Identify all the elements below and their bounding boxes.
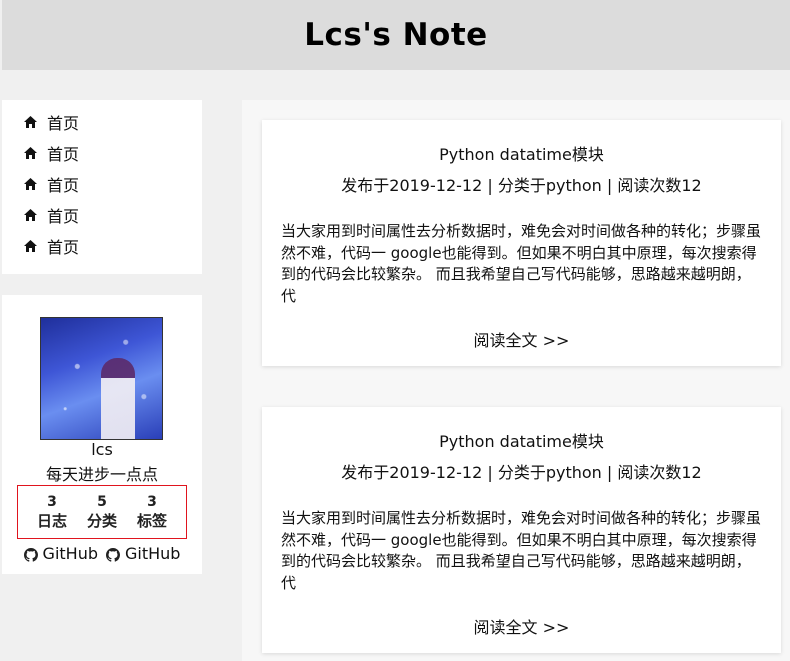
stat-count: 5 (97, 494, 107, 510)
profile-card: lcs 每天进步一点点 3 日志 5 分类 3 标签 GitHub GitHub (2, 295, 202, 574)
nav-item-label: 首页 (47, 237, 80, 257)
stat-tags[interactable]: 3 标签 (134, 493, 170, 538)
stat-label: 标签 (136, 512, 167, 530)
site-header: Lcs's Note (2, 0, 790, 70)
post-meta: 发布于2019-12-12 | 分类于python | 阅读次数12 (341, 176, 702, 195)
sidebar-nav: 首页 首页 首页 首页 首页 (2, 100, 202, 274)
post-excerpt: 当大家用到时间属性去分析数据时，难免会对时间做各种的转化；步骤虽然不难，代码一 … (281, 509, 762, 592)
home-icon (24, 208, 37, 221)
profile-motto: 每天进步一点点 (45, 465, 158, 484)
read-more-link[interactable]: 阅读全文 >> (262, 614, 781, 638)
nav-item-home[interactable]: 首页 (2, 106, 202, 137)
profile-name: lcs (91, 440, 113, 459)
nav-item-label: 首页 (47, 175, 80, 195)
site-stats: 3 日志 5 分类 3 标签 (17, 485, 187, 539)
nav-item-home[interactable]: 首页 (2, 168, 202, 199)
post-card: Python datatime模块 发布于2019-12-12 | 分类于pyt… (262, 407, 781, 653)
avatar (40, 317, 163, 440)
read-more-link[interactable]: 阅读全文 >> (262, 327, 781, 351)
stat-label: 分类 (86, 512, 117, 530)
github-link-label: GitHub (125, 544, 181, 563)
post-title[interactable]: Python datatime模块 (262, 428, 781, 452)
nav-item-label: 首页 (47, 206, 80, 226)
post-meta: 发布于2019-12-12 | 分类于python | 阅读次数12 (341, 463, 702, 482)
stat-label: 日志 (36, 512, 67, 530)
nav-item-label: 首页 (47, 144, 80, 164)
stat-count: 3 (47, 494, 57, 510)
avatar-figure (101, 358, 135, 439)
social-links: GitHub GitHub (2, 544, 202, 563)
home-icon (24, 146, 37, 159)
stat-count: 3 (147, 494, 157, 510)
home-icon (24, 239, 37, 252)
nav-item-home[interactable]: 首页 (2, 199, 202, 230)
site-title[interactable]: Lcs's Note (304, 17, 487, 53)
post-card: Python datatime模块 发布于2019-12-12 | 分类于pyt… (262, 120, 781, 366)
stat-categories[interactable]: 5 分类 (84, 493, 120, 538)
github-icon (106, 547, 120, 562)
github-link-label: GitHub (42, 544, 98, 563)
home-icon (24, 115, 37, 128)
post-title[interactable]: Python datatime模块 (262, 141, 781, 165)
github-link[interactable]: GitHub (23, 544, 98, 563)
post-excerpt: 当大家用到时间属性去分析数据时，难免会对时间做各种的转化；步骤虽然不难，代码一 … (281, 222, 762, 305)
github-link[interactable]: GitHub (106, 544, 180, 563)
home-icon (24, 177, 37, 190)
stat-posts[interactable]: 3 日志 (34, 493, 70, 538)
nav-item-home[interactable]: 首页 (2, 137, 202, 168)
nav-item-label: 首页 (47, 113, 80, 133)
nav-item-home[interactable]: 首页 (2, 230, 202, 261)
github-icon (23, 547, 38, 562)
